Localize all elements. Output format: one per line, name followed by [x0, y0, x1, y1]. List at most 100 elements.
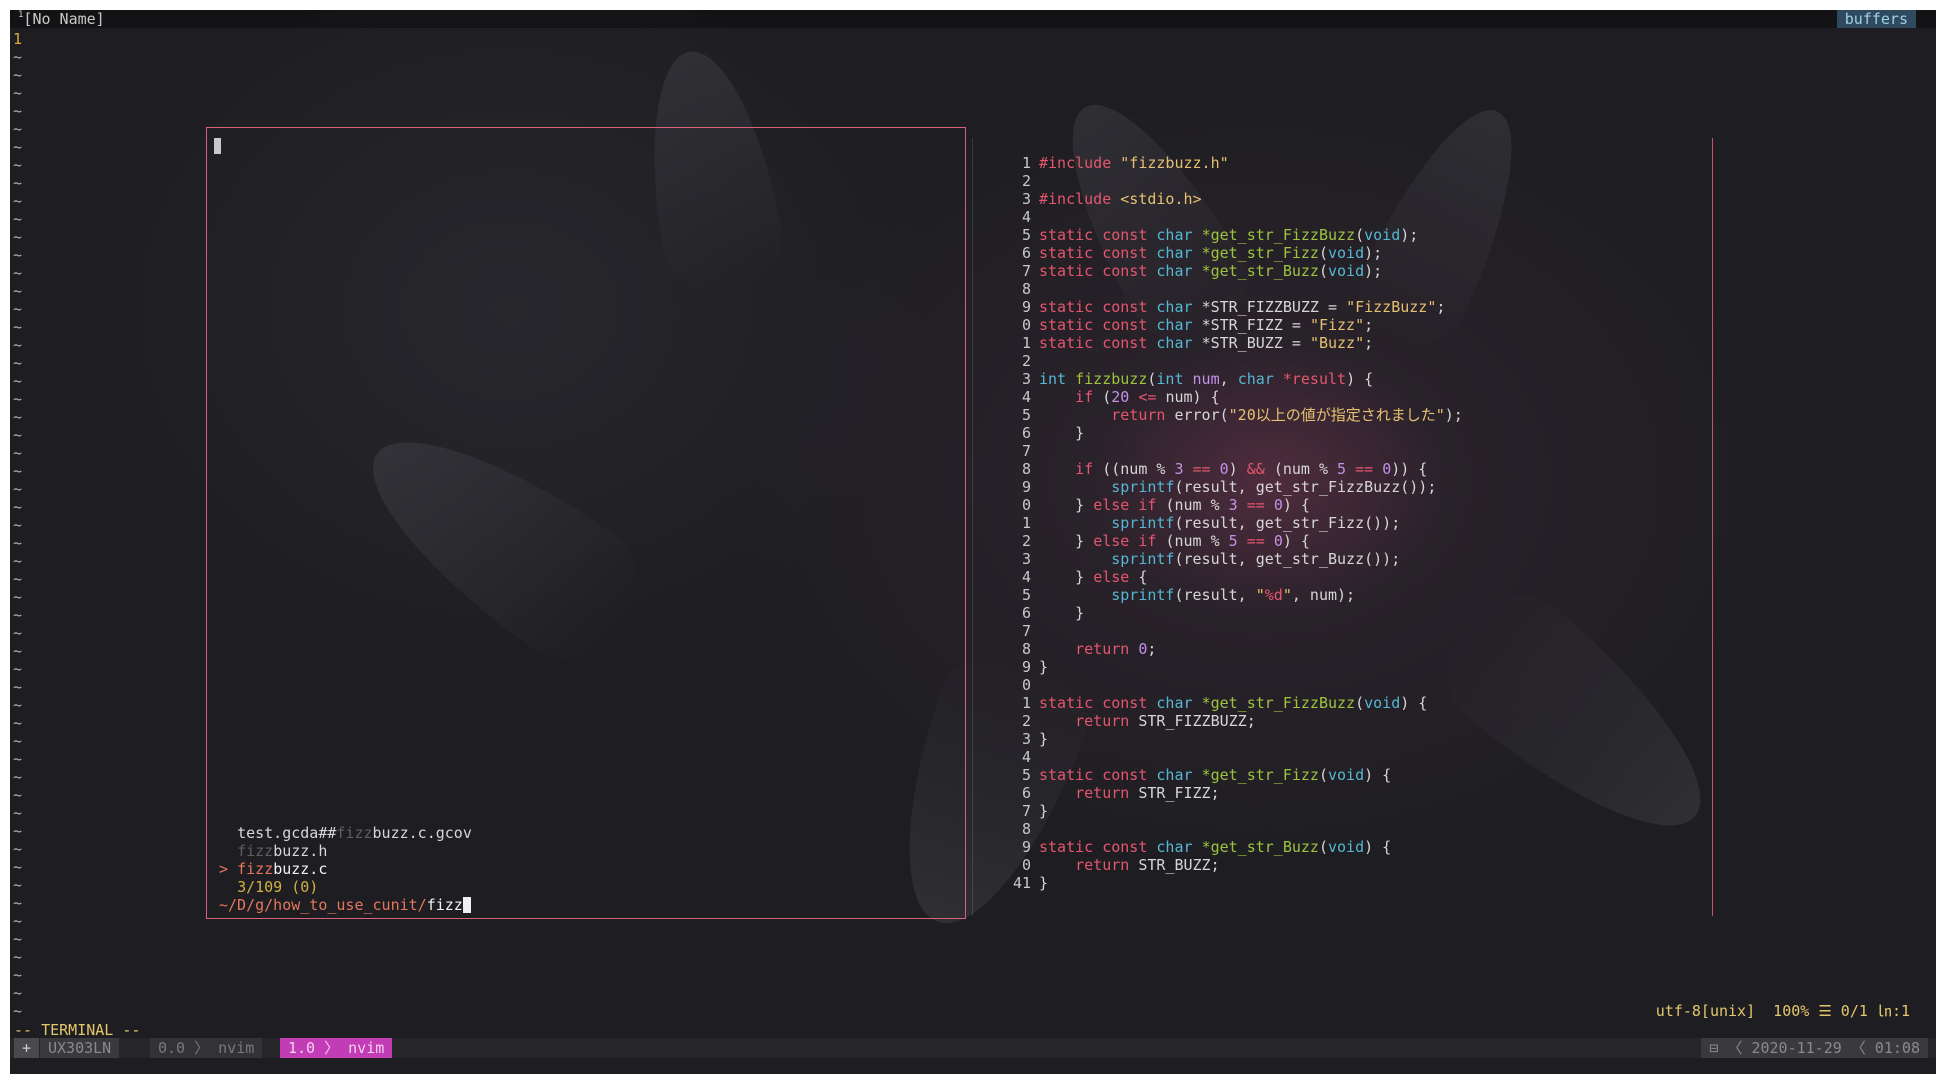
- empty-line-tilde: ~: [13, 192, 23, 210]
- tmux-prefix-indicator: +: [14, 1038, 40, 1058]
- code-line: 9}: [985, 658, 1463, 676]
- finder-prompt[interactable]: ~/D/g/how_to_use_cunit/fizz: [219, 896, 472, 914]
- empty-line-tilde: ~: [13, 84, 23, 102]
- scroll-percent: 100%: [1773, 1002, 1810, 1020]
- fuzzy-finder-window[interactable]: test.gcda##fizzbuzz.c.gcov fizzbuzz.h > …: [206, 127, 966, 919]
- line-number: 7: [1021, 622, 1031, 640]
- code-line: 4: [985, 208, 1463, 226]
- line-number: 7: [1021, 442, 1031, 460]
- code-line: 1 static const char *STR_BUZZ = "Buzz";: [985, 334, 1463, 352]
- line-number: 5: [1021, 226, 1031, 244]
- empty-line-tilde: ~: [13, 930, 23, 948]
- code-line: 4 } else {: [985, 568, 1463, 586]
- line-number: 8: [1021, 820, 1031, 838]
- code-line: 2 return STR_FIZZBUZZ;: [985, 712, 1463, 730]
- tmux-window-0[interactable]: 0.0 〉 nvim: [150, 1038, 263, 1058]
- code-line: 6 return STR_FIZZ;: [985, 784, 1463, 802]
- line-number-digit: 1: [1021, 874, 1031, 892]
- search-input[interactable]: fizz: [427, 896, 463, 914]
- empty-line-tilde: ~: [13, 786, 23, 804]
- line-number: 7: [1021, 802, 1031, 820]
- code-line: 7: [985, 622, 1463, 640]
- code-line: 0 return STR_BUZZ;: [985, 856, 1463, 874]
- code-line: 3 int fizzbuzz(int num, char *result) {: [985, 370, 1463, 388]
- empty-line-tilde: ~: [13, 732, 23, 750]
- line-number: 4: [1021, 748, 1031, 766]
- empty-line-tilde: ~: [13, 912, 23, 930]
- line-number: 4: [1021, 208, 1031, 226]
- result-suffix: buzz.c: [273, 860, 328, 878]
- line-number: 41: [985, 874, 1031, 892]
- result-match: fizz: [336, 824, 373, 842]
- empty-line-tilde: ~: [13, 318, 23, 336]
- result-count: 3/109 (0): [219, 878, 472, 896]
- code-line: 8 if ((num % 3 == 0) && (num % 5 == 0)) …: [985, 460, 1463, 478]
- result-item[interactable]: test.gcda##fizzbuzz.c.gcov: [219, 824, 472, 842]
- code-line: 3}: [985, 730, 1463, 748]
- mode-indicator: -- TERMINAL --: [14, 1021, 141, 1039]
- line-number: 1: [1021, 694, 1031, 712]
- empty-line-tilde: ~: [13, 156, 23, 174]
- line-number: 2: [1021, 712, 1031, 730]
- line-number: 2: [1021, 172, 1031, 190]
- line-number: 5: [1021, 406, 1031, 424]
- line-number: 8: [1021, 640, 1031, 658]
- empty-line-tilde: ~: [13, 822, 23, 840]
- empty-line-tilde: ~: [13, 390, 23, 408]
- empty-line-tilde: ~: [13, 840, 23, 858]
- line-number: 0: [1021, 496, 1031, 514]
- code-line: 9 sprintf(result, get_str_FizzBuzz());: [985, 478, 1463, 496]
- line-number: 2: [1021, 352, 1031, 370]
- empty-line-tilde: ~: [13, 660, 23, 678]
- editor-gutter: 1 ~ ~ ~ ~ ~ ~ ~ ~ ~ ~ ~ ~ ~ ~ ~ ~ ~ ~ ~ ~ ~ ~ ~ ~ ~ ~ ~ ~ ~ ~ ~ ~ ~ ~ ~ ~ ~ ~…: [13, 30, 22, 1020]
- line-number: 1: [13, 30, 23, 48]
- buffers-indicator[interactable]: buffers: [1836, 10, 1916, 28]
- code-line: 5 static const char *get_str_Fizz(void) {: [985, 766, 1463, 784]
- code-line: 2: [985, 352, 1463, 370]
- empty-line-tilde: ~: [13, 228, 23, 246]
- line-number: 3: [1021, 730, 1031, 748]
- code-line: 7 static const char *get_str_Buzz(void);: [985, 262, 1463, 280]
- empty-line-tilde: ~: [13, 1002, 23, 1020]
- line-number: 0: [1021, 856, 1031, 874]
- tab-no-name[interactable]: 1[No Name]: [18, 10, 105, 28]
- empty-line-tilde: ~: [13, 894, 23, 912]
- code-line: 41}: [985, 874, 1463, 892]
- tabline: 1[No Name] buffers: [10, 10, 1936, 28]
- code-line: 1 sprintf(result, get_str_Fizz());: [985, 514, 1463, 532]
- result-item-selected[interactable]: > fizzbuzz.c: [219, 860, 472, 878]
- empty-line-tilde: ~: [13, 642, 23, 660]
- terminal-window: 1[No Name] buffers 1 ~ ~ ~ ~ ~ ~ ~ ~ ~ ~ ~ ~ ~ ~ ~ ~ ~ ~ ~…: [10, 10, 1936, 1074]
- result-suffix: buzz.c.gcov: [372, 824, 472, 842]
- code-line: 0 } else if (num % 3 == 0) {: [985, 496, 1463, 514]
- code-line: 8: [985, 280, 1463, 298]
- empty-line-tilde: ~: [13, 768, 23, 786]
- code-line: 9 static const char *STR_FIZZBUZZ = "Fizz…: [985, 298, 1463, 316]
- line-number-prefix: 4: [1012, 874, 1022, 892]
- line-number: 0: [1021, 676, 1031, 694]
- empty-line-tilde: ~: [13, 552, 23, 570]
- empty-line-tilde: ~: [13, 588, 23, 606]
- code-line: 3 #include <stdio.h>: [985, 190, 1463, 208]
- code-line: 0: [985, 676, 1463, 694]
- line-position: ☰ 0/1: [1818, 1002, 1868, 1020]
- code-line: 4 if (20 <= num) {: [985, 388, 1463, 406]
- result-suffix: buzz.h: [273, 842, 328, 860]
- empty-line-tilde: ~: [13, 480, 23, 498]
- empty-line-tilde: ~: [13, 300, 23, 318]
- empty-line-tilde: ~: [13, 372, 23, 390]
- result-item[interactable]: fizzbuzz.h: [219, 842, 472, 860]
- empty-line-tilde: ~: [13, 264, 23, 282]
- empty-line-tilde: ~: [13, 498, 23, 516]
- empty-line-tilde: ~: [13, 408, 23, 426]
- code-line: 5 static const char *get_str_FizzBuzz(voi…: [985, 226, 1463, 244]
- empty-line-tilde: ~: [13, 444, 23, 462]
- line-number: 5: [1021, 766, 1031, 784]
- empty-line-tilde: ~: [13, 102, 23, 120]
- result-match: fizz: [237, 842, 274, 860]
- code-line: 9 static const char *get_str_Buzz(void) {: [985, 838, 1463, 856]
- empty-line-tilde: ~: [13, 462, 23, 480]
- file-encoding: utf-8[unix]: [1655, 1002, 1756, 1020]
- code-line: 6 }: [985, 604, 1463, 622]
- tmux-window-1-active[interactable]: 1.0 〉 nvim: [280, 1038, 393, 1058]
